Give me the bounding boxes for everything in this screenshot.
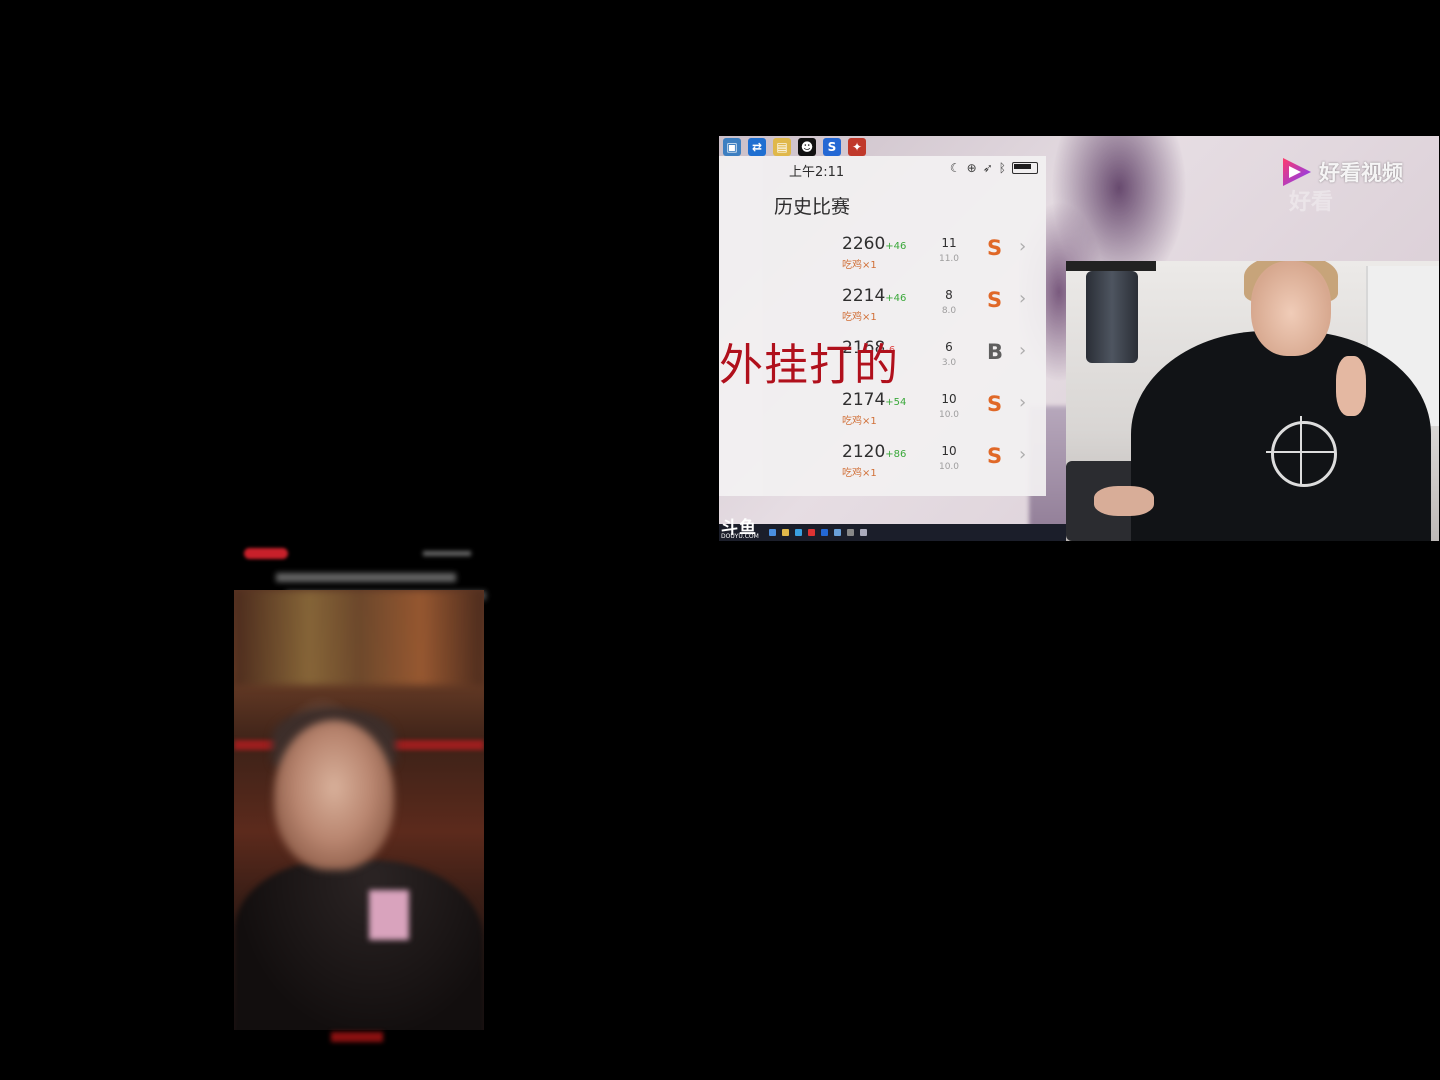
bluetooth-icon: ᛒ xyxy=(998,161,1006,175)
chevron-right-icon: › xyxy=(1019,340,1027,361)
kill-count: 10 xyxy=(941,444,957,458)
match-grade: S xyxy=(987,288,1003,312)
taskbar-app-icon xyxy=(769,529,776,536)
kill-count: 11 xyxy=(941,236,957,250)
streamer-face xyxy=(1251,261,1331,356)
phone-status-bar xyxy=(423,551,471,556)
kd-ratio: 10.0 xyxy=(938,410,960,420)
score-delta: +46 xyxy=(885,241,907,252)
blurred-header-line xyxy=(276,573,456,582)
score-value: 2214 xyxy=(842,286,886,306)
match-score: 2260+46 xyxy=(842,234,906,254)
microphone xyxy=(1086,271,1138,363)
windows-taskbar xyxy=(719,524,1114,541)
folder-icon[interactable]: ▤ xyxy=(773,138,791,156)
watermark-text: 好看视频 xyxy=(1319,161,1403,185)
sogou-icon[interactable]: S xyxy=(823,138,841,156)
score-delta: +54 xyxy=(885,397,907,408)
computer-icon[interactable]: ▣ xyxy=(723,138,741,156)
phone-time: 上午2:11 xyxy=(789,165,845,180)
chevron-right-icon: › xyxy=(1019,392,1027,413)
score-value: 2260 xyxy=(842,234,886,254)
chicken-dinner-count: 吃鸡×1 xyxy=(842,468,877,479)
kill-count: 6 xyxy=(945,340,953,354)
hoodie-crosshair-line xyxy=(1300,416,1302,486)
chicken-dinner-count: 吃鸡×1 xyxy=(842,312,877,323)
streamer-webcam xyxy=(1066,261,1439,541)
hoodie-crosshair-logo xyxy=(1271,421,1337,487)
recording-indicator xyxy=(244,548,288,559)
match-score: 2174+54 xyxy=(842,390,906,410)
chicken-dinner-count: 吃鸡×1 xyxy=(842,416,877,427)
person-face xyxy=(274,720,394,870)
taskbar-app-icon xyxy=(847,529,854,536)
person-collar xyxy=(369,890,409,940)
kd-ratio: 11.0 xyxy=(938,254,960,264)
kill-count: 10 xyxy=(941,392,957,406)
chevron-right-icon: › xyxy=(1019,236,1027,257)
kd-ratio: 8.0 xyxy=(941,306,957,316)
kd-ratio: 10.0 xyxy=(938,462,960,472)
score-value: 2120 xyxy=(842,442,886,462)
teamviewer-icon[interactable]: ⇄ xyxy=(748,138,766,156)
game-icon[interactable]: ✦ xyxy=(848,138,866,156)
kd-ratio: 3.0 xyxy=(941,358,957,368)
mic-arm xyxy=(1066,261,1156,271)
douyu-url: DOUYU.COM xyxy=(721,533,759,540)
match-grade: B xyxy=(987,340,1004,364)
chevron-right-icon: › xyxy=(1019,444,1027,465)
blurred-banner xyxy=(234,590,484,685)
moon-icon: ☾ xyxy=(949,161,961,175)
match-row[interactable]: 2260+46 吃鸡×1 11 11.0 S › xyxy=(719,234,1046,286)
score-value: 2174 xyxy=(842,390,886,410)
person-coat xyxy=(234,860,484,1030)
subtitle-overlay: 外挂打的 xyxy=(719,340,899,391)
match-score: 2214+46 xyxy=(842,286,906,306)
left-phone-stream xyxy=(231,545,487,1045)
battery-icon xyxy=(1012,162,1038,174)
chicken-dinner-count: 吃鸡×1 xyxy=(842,260,877,271)
blurred-caption xyxy=(331,1032,383,1042)
match-grade: S xyxy=(987,236,1003,260)
taskbar-app-icon xyxy=(808,529,815,536)
chevron-right-icon: › xyxy=(1019,288,1027,309)
score-delta: +46 xyxy=(885,293,907,304)
match-grade: S xyxy=(987,444,1003,468)
desktop-icon-strip: ▣ ⇄ ▤ ☻ S ✦ xyxy=(723,138,866,158)
right-stream-video: ▣ ⇄ ▤ ☻ S ✦ 上午2:11 ☾ ⊕ ➶ ᛒ 历史比赛 2260+46 吃鸡×1 11… xyxy=(719,136,1439,541)
streamer-hand xyxy=(1336,356,1366,416)
phone-video-feed xyxy=(234,590,484,1030)
phone-screenshot-panel: 上午2:11 ☾ ⊕ ➶ ᛒ 历史比赛 2260+46 吃鸡×1 11 11.0 S › 2… xyxy=(719,156,1046,496)
match-grade: S xyxy=(987,392,1003,416)
phone-status-bar: 上午2:11 ☾ ⊕ ➶ ᛒ xyxy=(719,159,1046,180)
page-title: 历史比赛 xyxy=(774,196,851,218)
watermark-ghost-text: 好看 xyxy=(1289,190,1334,215)
match-row[interactable]: 2174+54 吃鸡×1 10 10.0 S › xyxy=(719,390,1046,442)
match-row[interactable]: 2214+46 吃鸡×1 8 8.0 S › xyxy=(719,286,1046,338)
status-icons: ☾ ⊕ ➶ ᛒ xyxy=(950,161,1038,175)
taskbar-app-icon xyxy=(795,529,802,536)
match-row[interactable]: 2120+86 吃鸡×1 10 10.0 S › xyxy=(719,442,1046,494)
taskbar-app-icon xyxy=(834,529,841,536)
score-delta: +86 xyxy=(885,449,907,460)
kill-count: 8 xyxy=(945,288,953,302)
streamer-hand xyxy=(1094,486,1154,516)
location-icon: ➶ xyxy=(982,161,993,175)
contact-icon[interactable]: ☻ xyxy=(798,138,816,156)
taskbar-app-icon xyxy=(782,529,789,536)
match-score: 2120+86 xyxy=(842,442,906,462)
taskbar-app-icon xyxy=(821,529,828,536)
taskbar-app-icon xyxy=(860,529,867,536)
lock-rotation-icon: ⊕ xyxy=(966,161,977,175)
